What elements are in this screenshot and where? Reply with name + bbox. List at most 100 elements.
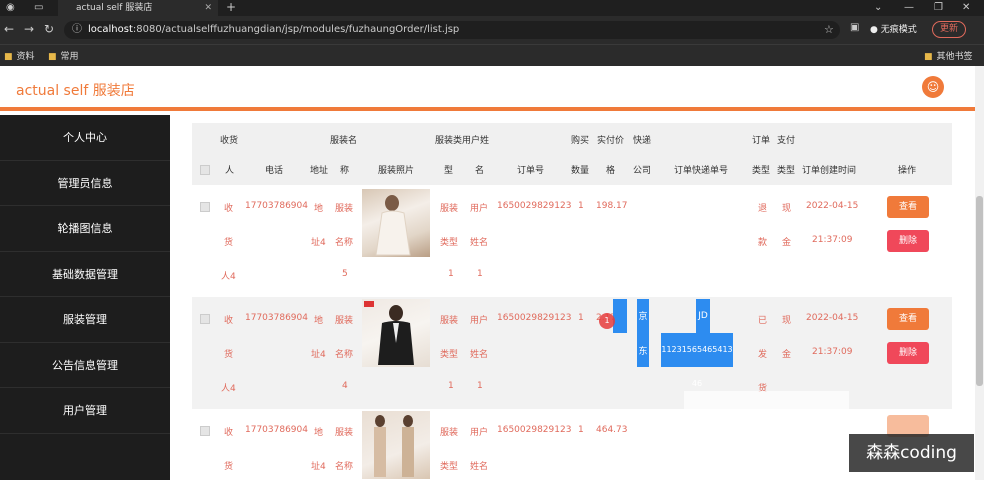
th-type-user: 服装类用户姓 (435, 136, 490, 146)
folder-icon: ■ (924, 52, 933, 62)
sidebar: 个人中心 管理员信息 轮播图信息 基础数据管理 服装管理 公告信息管理 用户管理 (0, 115, 170, 480)
back-icon[interactable]: ← (4, 22, 14, 36)
cell-order-no: 1650029829123 (497, 425, 572, 435)
cell-address-2: 址4 (311, 238, 326, 248)
bookmark-label: 资料 (16, 52, 35, 62)
table-row: 收 货 人4 17703786904 地 址4 服装 名称 5 服装 类型 1 … (192, 185, 952, 297)
cell-name-1: 服装 (335, 316, 354, 326)
maximize-icon[interactable]: ❐ (934, 0, 943, 15)
cell-pay-type-2: 金 (782, 350, 792, 360)
cell-name-3: 5 (342, 269, 348, 279)
cell-phone: 17703786904 (245, 313, 308, 323)
cell-uname-2: 姓名 (470, 238, 489, 248)
bookmark-folder-changyong[interactable]: ■ 常用 (48, 49, 79, 62)
side-panel-icon[interactable]: ▣ (850, 22, 859, 33)
tab-search-icon[interactable]: ⌄ (874, 0, 882, 15)
th-buy: 购买 (571, 136, 590, 146)
cell-qty: 1 (578, 313, 584, 323)
delete-button[interactable]: 删除 (887, 342, 929, 364)
dress-image-icon (375, 195, 411, 256)
clothes-photo (362, 189, 430, 257)
page-scrollbar[interactable] (975, 66, 984, 480)
blur-overlay (684, 391, 849, 480)
cell-name-1: 服装 (335, 428, 354, 438)
close-tab-icon[interactable]: ✕ (204, 0, 212, 16)
th-tracking: 订单快递单号 (674, 166, 729, 176)
tab-overview-icon[interactable]: ▭ (34, 0, 43, 15)
cell-receiver-2: 货 (224, 238, 234, 248)
th-clothes-name: 服装名 (330, 136, 358, 146)
view-button[interactable]: 查看 (887, 308, 929, 330)
url-input[interactable]: ⓘ localhost:8080/actualselffuzhuangdian/… (64, 21, 840, 39)
info-icon[interactable]: ⓘ (72, 21, 82, 39)
update-button[interactable]: 更新 (932, 21, 966, 38)
cell-receiver-3: 人4 (221, 384, 236, 394)
sidebar-item-notice-manage[interactable]: 公告信息管理 (0, 343, 170, 388)
main-content: 收货 服装名 服装类用户姓 购买 实付价 快递 订单 支付 人 电话 地址 称 … (170, 115, 975, 483)
clothes-photo (362, 411, 430, 479)
cell-name-2: 名称 (335, 462, 354, 472)
bookmark-folder-ziliao[interactable]: ■ 资料 (4, 49, 35, 62)
cell-type-2: 类型 (440, 350, 459, 360)
cell-order-type-2: 款 (758, 238, 768, 248)
sidebar-item-clothes-manage[interactable]: 服装管理 (0, 297, 170, 343)
th-receiver: 收货 (220, 136, 239, 146)
cell-created-date: 2022-04-15 (806, 313, 859, 323)
close-window-icon[interactable]: ✕ (962, 0, 970, 15)
sidebar-item-user-manage[interactable]: 用户管理 (0, 388, 170, 434)
cell-created-date: 2022-04-15 (806, 201, 859, 211)
view-button[interactable]: 查看 (887, 196, 929, 218)
cell-order-type-1: 已 (758, 316, 768, 326)
select-all-checkbox[interactable] (200, 165, 210, 175)
cursor-click-indicator: 1 (599, 313, 615, 329)
bookmark-folder-other[interactable]: ■ 其他书签 (924, 49, 973, 62)
browser-menu-icon[interactable]: ◉ (6, 0, 15, 15)
minimize-icon[interactable]: — (904, 0, 914, 15)
scroll-thumb[interactable] (976, 196, 983, 386)
cell-price: 464.73 (596, 425, 628, 435)
cell-company-2: 东 (638, 347, 648, 357)
cell-type-3: 1 (448, 381, 454, 391)
sidebar-item-admin-info[interactable]: 管理员信息 (0, 161, 170, 206)
row-checkbox[interactable] (200, 426, 210, 436)
cell-uname-2: 姓名 (470, 462, 489, 472)
th-pay-type: 类型 (777, 166, 796, 176)
th-address: 地址 (310, 166, 329, 176)
th-company: 公司 (633, 166, 652, 176)
bookmark-label: 其他书签 (936, 52, 973, 62)
cell-uname-1: 用户 (470, 316, 489, 326)
cell-phone: 17703786904 (245, 425, 308, 435)
th-created: 订单创建时间 (802, 166, 857, 176)
incognito-icon: ● (870, 25, 878, 35)
browser-tab[interactable]: actual self 服装店 ✕ (58, 0, 218, 16)
row-checkbox[interactable] (200, 202, 210, 212)
forward-icon[interactable]: → (24, 22, 34, 36)
cell-type-1: 服装 (440, 428, 459, 438)
reload-icon[interactable]: ↻ (44, 22, 54, 36)
user-avatar-icon[interactable]: ☺ (922, 76, 944, 98)
th-order-no: 订单号 (517, 166, 545, 176)
table-header: 收货 服装名 服装类用户姓 购买 实付价 快递 订单 支付 人 电话 地址 称 … (192, 123, 952, 185)
bookmark-star-icon[interactable]: ☆ (824, 23, 834, 36)
app-header: actual self 服装店 ☺ (0, 66, 975, 111)
th-phone: 电话 (265, 166, 284, 176)
folder-icon: ■ (4, 52, 13, 62)
sidebar-item-carousel-info[interactable]: 轮播图信息 (0, 206, 170, 252)
cell-pay-type-2: 金 (782, 238, 792, 248)
cell-uname-1: 用户 (470, 204, 489, 214)
row-checkbox[interactable] (200, 314, 210, 324)
th-order: 订单 (752, 136, 771, 146)
clothes-photo (362, 299, 430, 367)
sidebar-item-personal-center[interactable]: 个人中心 (0, 115, 170, 161)
th-person: 人 (225, 166, 235, 176)
cell-address-1: 地 (314, 204, 324, 214)
cell-tracking-2: 11231565465413 46 (661, 333, 733, 388)
incognito-profile[interactable]: ● 无痕模式 (870, 22, 917, 35)
delete-button[interactable]: 删除 (887, 230, 929, 252)
cell-address-1: 地 (314, 428, 324, 438)
sidebar-item-basic-data[interactable]: 基础数据管理 (0, 252, 170, 297)
cell-receiver-1: 收 (224, 428, 234, 438)
new-tab-icon[interactable]: + (226, 0, 236, 15)
cell-name-2: 名称 (335, 350, 354, 360)
th-name: 称 (340, 166, 350, 176)
